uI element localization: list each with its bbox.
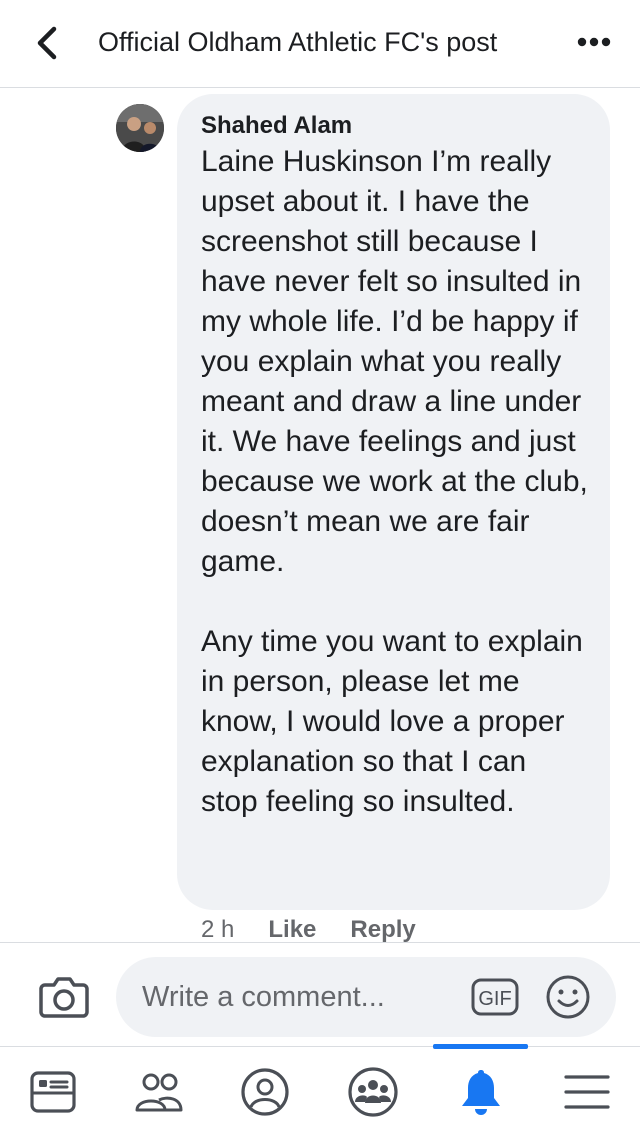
comment-author[interactable]: Shahed Alam	[201, 110, 588, 142]
reply-button[interactable]: Reply	[350, 916, 415, 944]
comment-text: Laine Huskinson I’m really upset about i…	[201, 145, 588, 818]
gif-icon: GIF	[471, 978, 519, 1016]
tab-profile[interactable]	[212, 1047, 318, 1137]
more-dots-icon	[577, 37, 611, 47]
comment-composer: Write a comment... GIF	[0, 942, 640, 1046]
profile-icon	[241, 1068, 289, 1116]
gif-label: GIF	[478, 988, 511, 1010]
groups-icon	[348, 1067, 398, 1117]
comment-timestamp: 2 h	[201, 916, 235, 943]
top-navigation-bar: Official Oldham Athletic FC's post	[0, 0, 640, 88]
tab-menu[interactable]	[534, 1047, 640, 1137]
page-title: Official Oldham Athletic FC's post	[98, 27, 498, 57]
bell-icon	[462, 1070, 500, 1115]
tab-news-feed[interactable]	[0, 1047, 106, 1137]
friends-icon	[135, 1073, 183, 1112]
smiley-icon	[546, 975, 590, 1019]
gif-button[interactable]: GIF	[470, 977, 520, 1017]
back-button[interactable]	[22, 18, 72, 68]
emoji-button[interactable]	[544, 973, 592, 1021]
bottom-tab-bar	[0, 1044, 640, 1137]
comment-input-placeholder: Write a comment...	[142, 981, 385, 1013]
comment-bubble: Shahed Alam Laine Huskinson I’m really u…	[177, 94, 610, 910]
like-button[interactable]: Like	[268, 916, 316, 944]
camera-button[interactable]	[34, 969, 94, 1025]
avatar-photo	[116, 104, 164, 152]
tab-groups[interactable]	[320, 1047, 426, 1137]
chevron-left-icon	[37, 26, 57, 60]
tab-friends[interactable]	[106, 1047, 212, 1137]
avatar[interactable]	[116, 104, 164, 152]
more-options-button[interactable]	[574, 24, 614, 60]
news-feed-icon	[30, 1071, 76, 1113]
menu-icon	[564, 1075, 610, 1109]
comment-input[interactable]: Write a comment... GIF	[116, 957, 616, 1037]
tab-notifications[interactable]	[428, 1047, 534, 1137]
camera-icon	[39, 977, 89, 1018]
